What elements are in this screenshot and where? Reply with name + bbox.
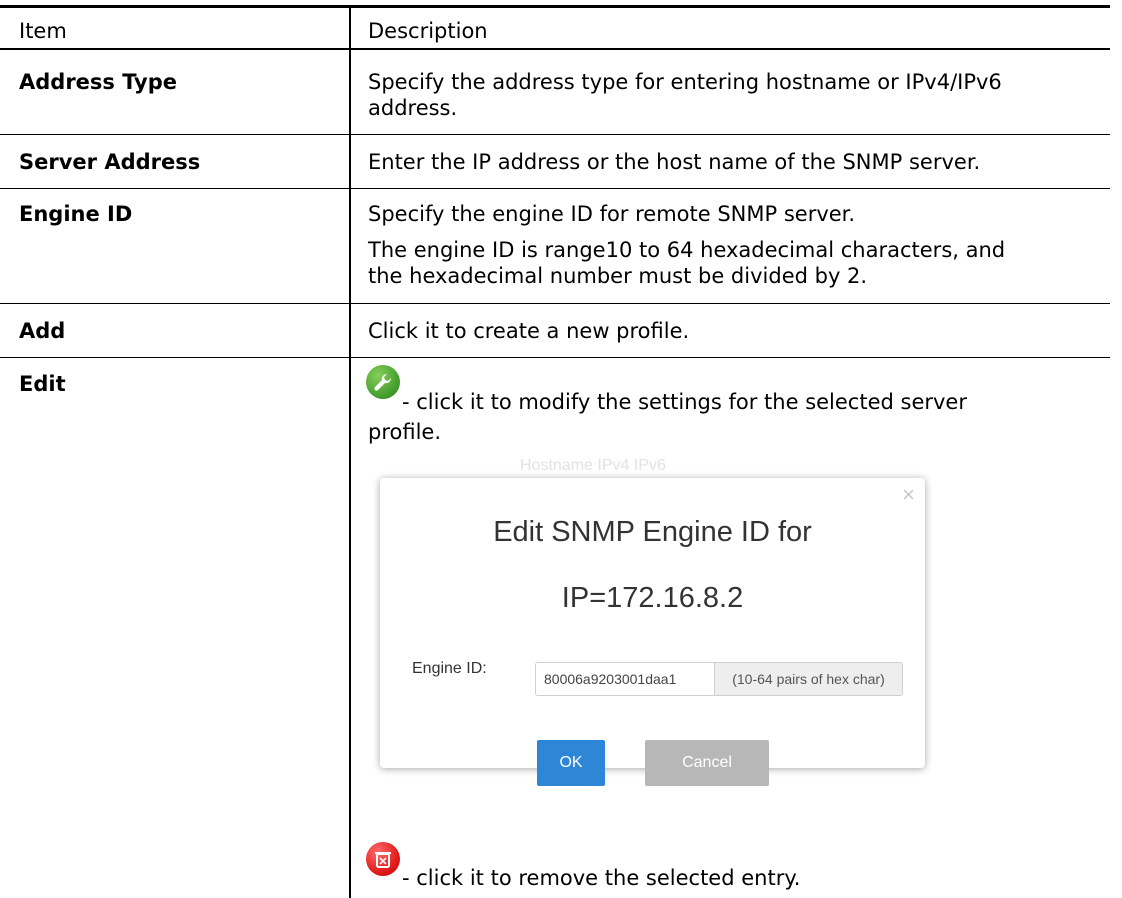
row-divider [0, 357, 1110, 358]
engine-id-hint: (10-64 pairs of hex char) [714, 663, 902, 695]
engine-id-input[interactable]: 80006a9203001daa1 [536, 663, 714, 695]
table-top-rule [0, 5, 1110, 8]
row-divider [0, 134, 1110, 135]
engine-id-field: 80006a9203001daa1 (10-64 pairs of hex ch… [535, 662, 903, 696]
row-item-server-address: Server Address [19, 150, 201, 174]
header-description: Description [368, 19, 488, 43]
row-item-engine-id: Engine ID [19, 202, 133, 226]
row-item-add: Add [19, 319, 66, 343]
delete-icon-description: - click it to remove the selected entry. [402, 866, 801, 890]
edit-engine-id-dialog: × Edit SNMP Engine ID for IP=172.16.8.2 … [380, 478, 925, 786]
dialog-title: Edit SNMP Engine ID for [493, 516, 812, 548]
row-desc-add: Click it to create a new profile. [368, 319, 690, 343]
cancel-button[interactable]: Cancel [645, 740, 769, 786]
desc-line: the hexadecimal number must be divided b… [368, 264, 868, 288]
background-radio-options: Hostname IPv4 IPv6 [520, 457, 666, 474]
row-divider [0, 188, 1110, 189]
trash-icon [366, 842, 400, 876]
header-item: Item [19, 19, 67, 43]
row-desc-server-address: Enter the IP address or the host name of… [368, 150, 981, 174]
row-item-address-type: Address Type [19, 70, 178, 94]
edit-icon-description-cont: profile. [368, 420, 442, 444]
table-header-rule [0, 48, 1110, 50]
desc-line: Specify the engine ID for remote SNMP se… [368, 202, 856, 226]
engine-id-label: Engine ID: [412, 660, 487, 677]
edit-icon-description: - click it to modify the settings for th… [402, 390, 967, 414]
desc-line: The engine ID is range10 to 64 hexadecim… [368, 238, 1006, 262]
column-divider [349, 8, 351, 898]
desc-line: address. [368, 96, 458, 120]
row-desc-engine-id: Specify the engine ID for remote SNMP se… [368, 200, 1088, 291]
row-desc-address-type: Specify the address type for entering ho… [368, 68, 1088, 123]
desc-line: Specify the address type for entering ho… [368, 70, 1002, 94]
dialog-subtitle: IP=172.16.8.2 [561, 582, 744, 614]
ok-button[interactable]: OK [537, 740, 605, 786]
wrench-icon [366, 365, 400, 399]
row-divider [0, 303, 1110, 304]
close-icon[interactable]: × [902, 484, 915, 506]
row-item-edit: Edit [19, 372, 66, 396]
